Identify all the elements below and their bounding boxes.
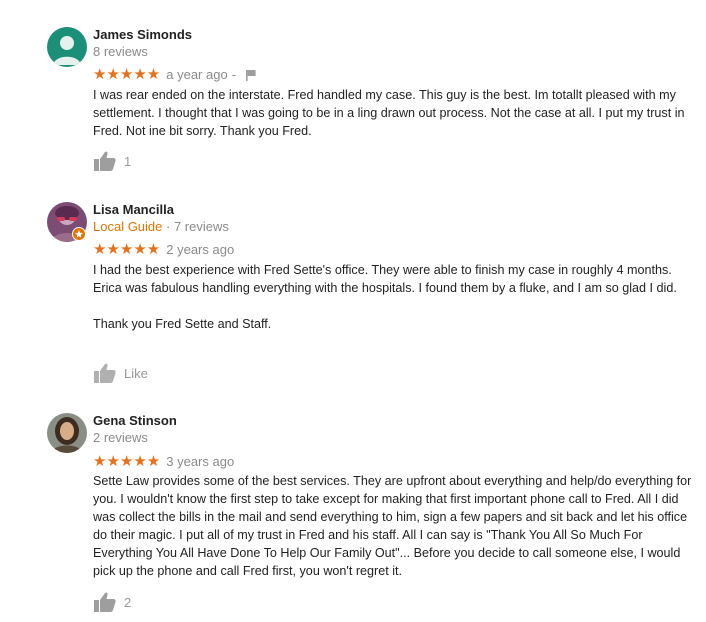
star-rating: ★★★★★: [93, 240, 161, 258]
review-time: a year ago: [166, 67, 228, 82]
review-count: · 7 reviews: [162, 219, 229, 234]
review-paragraph: Sette Law provides some of the best serv…: [93, 474, 692, 578]
like-label: Like: [124, 365, 148, 381]
rating-row: ★★★★★ a year ago -: [93, 67, 257, 82]
review-time: 2 years ago: [166, 242, 235, 257]
like-button[interactable]: 2: [94, 592, 131, 612]
flag-icon[interactable]: [245, 69, 257, 81]
review-paragraph: I was rear ended on the interstate. Fred…: [93, 88, 685, 138]
review-text: I had the best experience with Fred Sett…: [93, 261, 700, 333]
avatar[interactable]: [47, 413, 87, 453]
thumbs-up-icon: [94, 592, 116, 612]
separator: -: [231, 67, 237, 82]
reviewer-name[interactable]: Lisa Mancilla: [93, 202, 174, 217]
avatar[interactable]: [47, 27, 87, 67]
local-guide-label[interactable]: Local Guide: [93, 219, 162, 234]
profile-photo-icon: [47, 413, 87, 453]
like-button[interactable]: 1: [94, 151, 131, 171]
review-count: 2 reviews: [93, 430, 148, 445]
rating-row: ★★★★★ 2 years ago: [93, 240, 235, 258]
review-count: 8 reviews: [93, 44, 148, 59]
star-rating: ★★★★★: [93, 65, 161, 83]
review-text: I was rear ended on the interstate. Fred…: [93, 86, 700, 140]
reviewer-meta: 8 reviews: [93, 44, 148, 59]
review-time: 3 years ago: [166, 454, 235, 469]
rating-row: ★★★★★ 3 years ago: [93, 452, 235, 470]
review-text: Sette Law provides some of the best serv…: [93, 472, 700, 580]
user-silhouette-icon: [47, 27, 87, 67]
like-button[interactable]: Like: [94, 363, 148, 383]
reviewer-name[interactable]: Gena Stinson: [93, 413, 177, 428]
star-rating: ★★★★★: [93, 452, 161, 470]
reviewer-meta: Local Guide · 7 reviews: [93, 219, 229, 234]
reviewer-name[interactable]: James Simonds: [93, 27, 192, 42]
review-paragraph: Thank you Fred Sette and Staff.: [93, 317, 272, 331]
reviewer-meta: 2 reviews: [93, 430, 148, 445]
thumbs-up-icon: [94, 151, 116, 171]
local-guide-badge-icon: [72, 227, 86, 241]
review-paragraph: I had the best experience with Fred Sett…: [93, 263, 677, 295]
thumbs-up-icon: [94, 363, 116, 383]
like-count: 2: [124, 594, 132, 610]
like-count: 1: [124, 153, 132, 169]
